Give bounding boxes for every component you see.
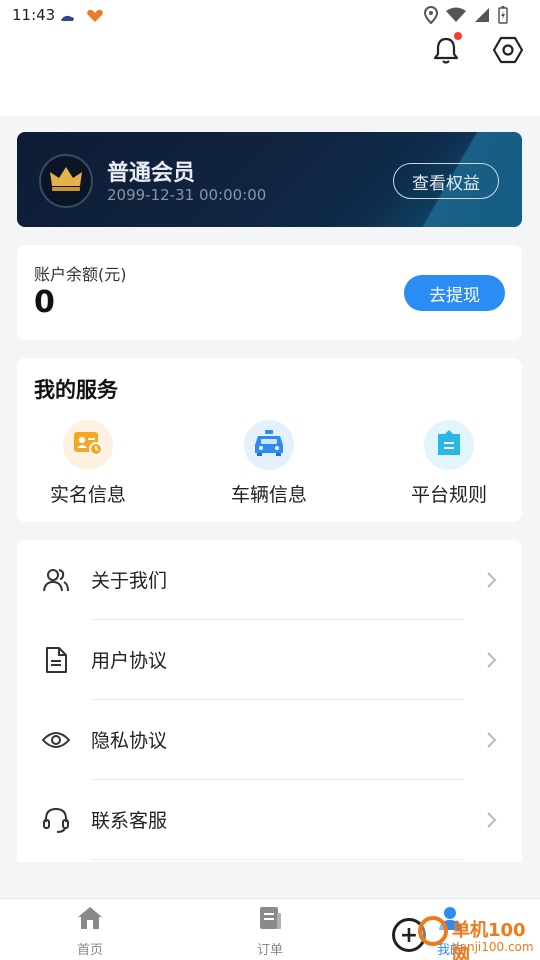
membership-card: 普通会员 2099-12-31 00:00:00 查看权益 (17, 132, 522, 227)
bell-icon (433, 36, 459, 68)
menu-item-privacy-policy[interactable]: 隐私协议 (17, 700, 522, 780)
nav-label: 首页 (76, 943, 103, 958)
crown-icon (49, 166, 83, 196)
settings-icon (492, 36, 524, 68)
notifications-button[interactable] (428, 32, 464, 70)
menu-card: 关于我们 用户协议 隐私协议 联系客服 (17, 540, 522, 862)
eye-icon (42, 726, 70, 754)
app-notification-icon (60, 8, 76, 27)
menu-label: 用户协议 (91, 650, 168, 672)
status-notification-icons (60, 8, 104, 27)
car-icon (252, 429, 286, 461)
home-icon (76, 905, 104, 935)
service-label: 平台规则 (410, 484, 487, 506)
withdraw-button[interactable]: 去提现 (404, 275, 505, 311)
headset-icon (42, 806, 70, 834)
watermark: + 单机100网 danji100.com (392, 912, 540, 960)
users-icon (42, 566, 70, 594)
battery-icon (498, 6, 508, 28)
status-bar: 11:43 (0, 0, 540, 32)
menu-label: 隐私协议 (91, 730, 168, 752)
chevron-right-icon (485, 570, 497, 590)
watermark-ring-icon (418, 916, 448, 946)
nav-orders[interactable]: 订单 (225, 905, 315, 958)
service-platform-rules[interactable]: 平台规则 (389, 420, 509, 510)
menu-item-user-agreement[interactable]: 用户协议 (17, 620, 522, 700)
balance-label: 账户余额(元) (34, 265, 127, 284)
services-title: 我的服务 (34, 378, 118, 402)
service-label: 车辆信息 (230, 484, 307, 506)
menu-divider (91, 859, 464, 860)
service-vehicle-info[interactable]: 车辆信息 (209, 420, 329, 510)
services-card: 我的服务 实名信息 车辆信息 平台规则 (17, 358, 522, 522)
crown-badge (39, 154, 93, 208)
service-icon-bg (244, 420, 294, 470)
service-icon-bg (424, 420, 474, 470)
nav-label: 订单 (256, 943, 283, 958)
status-time: 11:43 (12, 6, 56, 24)
nav-home[interactable]: 首页 (45, 905, 135, 958)
service-label: 实名信息 (49, 484, 126, 506)
menu-item-customer-service[interactable]: 联系客服 (17, 780, 522, 860)
orders-icon (257, 905, 283, 935)
id-card-icon (72, 429, 104, 461)
rules-icon (434, 428, 464, 462)
settings-button[interactable] (490, 34, 526, 70)
notification-dot (454, 32, 462, 40)
balance-card: 账户余额(元) 0 去提现 (17, 245, 522, 340)
chevron-right-icon (485, 650, 497, 670)
menu-label: 关于我们 (91, 570, 168, 592)
menu-item-about-us[interactable]: 关于我们 (17, 540, 522, 620)
heart-app-icon (86, 8, 104, 27)
location-icon (423, 5, 439, 28)
chevron-right-icon (485, 810, 497, 830)
member-level: 普通会员 (107, 161, 196, 186)
member-expiry: 2099-12-31 00:00:00 (107, 186, 267, 204)
watermark-url: danji100.com (452, 940, 534, 954)
menu-label: 联系客服 (91, 810, 168, 832)
chevron-right-icon (485, 730, 497, 750)
wifi-icon (446, 7, 466, 27)
service-icon-bg (63, 420, 113, 470)
balance-value: 0 (34, 285, 55, 320)
status-system-icons (423, 5, 508, 28)
document-icon (42, 646, 70, 674)
service-real-name-info[interactable]: 实名信息 (28, 420, 148, 510)
top-header (0, 32, 540, 116)
view-benefits-button[interactable]: 查看权益 (393, 163, 499, 199)
signal-icon (474, 7, 490, 27)
